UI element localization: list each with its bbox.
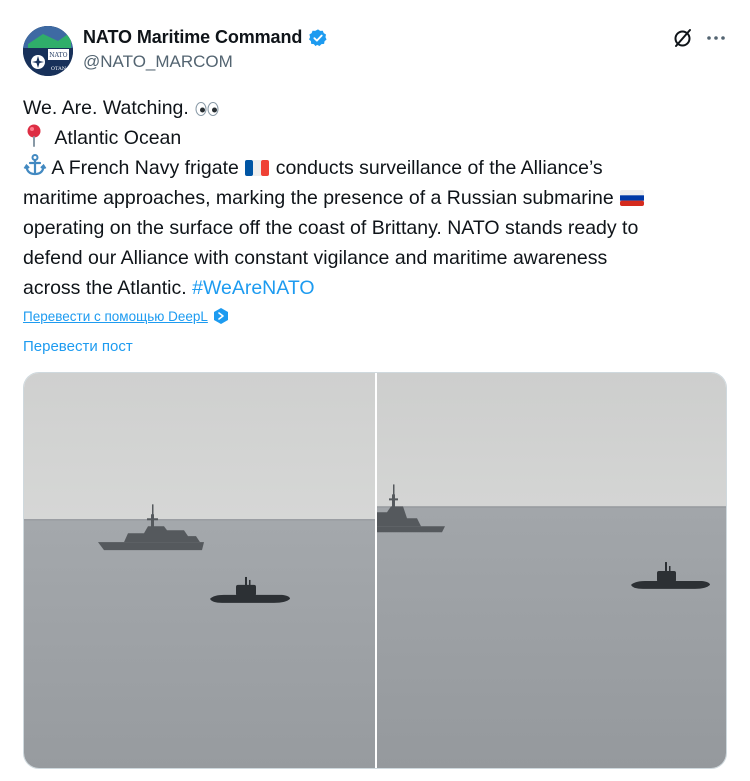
svg-text:OTAN: OTAN	[51, 66, 67, 72]
translate-post-link[interactable]: Перевести пост	[23, 338, 133, 355]
svg-text:NATO: NATO	[49, 52, 67, 59]
grok-icon[interactable]	[671, 26, 695, 50]
eyes-emoji-icon	[195, 102, 219, 116]
more-icon[interactable]	[703, 26, 729, 50]
author-handle[interactable]: @NATO_MARCOM	[83, 52, 233, 72]
media-grid	[23, 372, 727, 769]
post-text: We. Are. Watching. Atlantic Ocean A Fren…	[23, 93, 728, 303]
hashtag-link[interactable]: #WeAreNATO	[192, 277, 314, 299]
post-line-5: operating on the surface off the coast o…	[23, 217, 639, 239]
post-line-1: We. Are. Watching.	[23, 93, 728, 123]
photo-1[interactable]	[24, 373, 375, 768]
post-line-3: A French Navy frigate conducts surveilla…	[23, 153, 728, 183]
nato-logo-icon: NATO OTAN	[23, 26, 73, 76]
photo-frigate-submarine-1	[24, 373, 375, 768]
deepl-translate-row: Перевести с помощью DeepL	[23, 307, 229, 325]
russia-flag-icon	[620, 190, 645, 206]
avatar[interactable]: NATO OTAN	[23, 26, 73, 76]
author-name-row: NATO Maritime Command	[83, 27, 328, 48]
verified-badge-icon	[309, 28, 327, 46]
post-line-4: maritime approaches, marking the presenc…	[23, 183, 728, 213]
anchor-emoji-icon	[23, 154, 47, 176]
author-display-name[interactable]: NATO Maritime Command	[83, 27, 302, 48]
pin-emoji-icon	[27, 124, 41, 147]
france-flag-icon	[245, 160, 270, 176]
photo-frigate-submarine-2	[377, 373, 726, 768]
deepl-icon	[213, 308, 228, 324]
deepl-translate-link[interactable]: Перевести с помощью DeepL	[23, 309, 208, 324]
photo-2[interactable]	[377, 373, 726, 768]
post-line-2: Atlantic Ocean	[23, 123, 728, 153]
post-line-7: across the Atlantic. #WeAreNATO	[23, 277, 315, 299]
post-line-6: defend our Alliance with constant vigila…	[23, 247, 608, 269]
